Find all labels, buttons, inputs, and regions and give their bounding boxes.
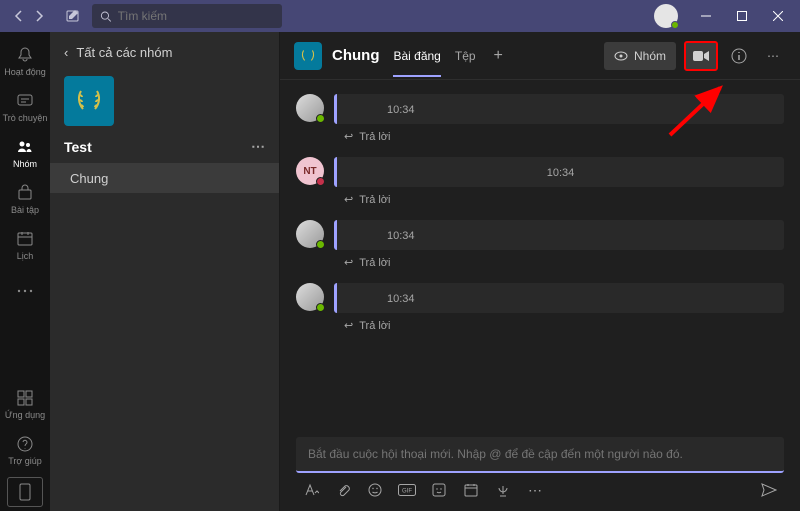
reply-button[interactable]: ↩Trả lời: [334, 187, 784, 212]
teams-icon: [15, 137, 35, 157]
bag-icon: [15, 183, 35, 203]
all-teams-link[interactable]: ‹ Tất cả các nhóm: [50, 32, 279, 72]
rail-label: Nhóm: [13, 159, 37, 169]
message-list: 10:34 ↩Trả lời NT 10:34 ↩Trả lời 10:34 ↩…: [280, 80, 800, 429]
minimize-button[interactable]: [688, 0, 724, 32]
message-item: 10:34 ↩Trả lời: [296, 94, 784, 149]
message-time: 10:34: [387, 104, 415, 116]
team-header[interactable]: Test ⋯: [50, 130, 279, 163]
team-view-button[interactable]: Nhóm: [604, 42, 676, 70]
stream-icon[interactable]: [494, 481, 512, 499]
rail-apps[interactable]: Ứng dụng: [0, 381, 50, 427]
svg-text:GIF: GIF: [402, 489, 412, 495]
bell-icon: [15, 45, 35, 65]
reply-button[interactable]: ↩Trả lời: [334, 124, 784, 149]
channel-header: Chung Bài đăng Tệp + Nhóm ⋯: [280, 32, 800, 80]
channel-label: Chung: [70, 171, 108, 186]
teams-sidebar: ‹ Tất cả các nhóm Test ⋯ Chung: [50, 32, 280, 511]
compose-area: GIF ⋯: [280, 429, 800, 511]
nav-forward-button[interactable]: [30, 7, 48, 25]
ellipsis-icon: [15, 281, 35, 301]
channel-title: Chung: [332, 47, 379, 64]
rail-device[interactable]: [7, 477, 43, 507]
rail-chat[interactable]: Trò chuyện: [0, 84, 50, 130]
reply-icon: ↩: [344, 319, 353, 332]
content-area: Chung Bài đăng Tệp + Nhóm ⋯: [280, 32, 800, 511]
user-avatar[interactable]: [296, 283, 324, 311]
phone-icon: [15, 482, 35, 502]
rail-teams[interactable]: Nhóm: [0, 130, 50, 176]
eye-icon: [614, 49, 628, 63]
more-button[interactable]: ⋯: [760, 43, 786, 69]
compose-toolbar: GIF ⋯: [296, 473, 784, 499]
reply-button[interactable]: ↩Trả lời: [334, 313, 784, 338]
all-teams-label: Tất cả các nhóm: [76, 45, 172, 60]
rail-label: Hoạt động: [4, 67, 46, 77]
rail-label: Trợ giúp: [8, 456, 42, 466]
compose-input[interactable]: [308, 447, 772, 461]
add-tab-button[interactable]: +: [490, 47, 507, 65]
channel-item[interactable]: Chung: [50, 163, 279, 193]
message-card[interactable]: 10:34: [334, 220, 784, 250]
video-icon: [692, 49, 710, 63]
reply-icon: ↩: [344, 256, 353, 269]
tab-files[interactable]: Tệp: [455, 35, 476, 77]
user-avatar[interactable]: [296, 94, 324, 122]
rail-assignments[interactable]: Bài tập: [0, 176, 50, 222]
message-time: 10:34: [387, 230, 415, 242]
compose-box[interactable]: [296, 437, 784, 473]
user-avatar[interactable]: NT: [296, 157, 324, 185]
send-button[interactable]: [760, 481, 778, 499]
message-time: 10:34: [387, 293, 415, 305]
nav-back-button[interactable]: [10, 7, 28, 25]
rail-label: Lịch: [17, 251, 34, 261]
rail-calendar[interactable]: Lịch: [0, 222, 50, 268]
rail-activity[interactable]: Hoạt động: [0, 38, 50, 84]
user-avatar[interactable]: [296, 220, 324, 248]
message-item: 10:34 ↩Trả lời: [296, 220, 784, 275]
reply-button[interactable]: ↩Trả lời: [334, 250, 784, 275]
team-name: Test: [64, 139, 92, 155]
gif-icon[interactable]: GIF: [398, 481, 416, 499]
rail-label: Bài tập: [11, 205, 39, 215]
profile-avatar[interactable]: [654, 4, 678, 28]
chat-icon: [15, 91, 35, 111]
emoji-icon[interactable]: [366, 481, 384, 499]
message-card[interactable]: 10:34: [334, 157, 784, 187]
calendar-icon: [15, 229, 35, 249]
chevron-left-icon: ‹: [64, 45, 68, 60]
reply-icon: ↩: [344, 193, 353, 206]
channel-avatar: [294, 42, 322, 70]
search-input[interactable]: [118, 9, 274, 23]
tab-posts[interactable]: Bài đăng: [393, 35, 440, 77]
team-more-icon[interactable]: ⋯: [251, 138, 265, 155]
team-avatar[interactable]: [64, 76, 114, 126]
attach-icon[interactable]: [334, 481, 352, 499]
apps-icon: [15, 388, 35, 408]
message-card[interactable]: 10:34: [334, 94, 784, 124]
help-icon: [15, 434, 35, 454]
maximize-button[interactable]: [724, 0, 760, 32]
more-compose-icon[interactable]: ⋯: [526, 481, 544, 499]
schedule-icon[interactable]: [462, 481, 480, 499]
search-box[interactable]: [92, 4, 282, 28]
message-item: 10:34 ↩Trả lời: [296, 283, 784, 338]
meet-button[interactable]: [684, 41, 718, 71]
reply-icon: ↩: [344, 130, 353, 143]
message-item: NT 10:34 ↩Trả lời: [296, 157, 784, 212]
team-btn-label: Nhóm: [634, 49, 666, 63]
message-time: 10:34: [547, 167, 575, 179]
rail-help[interactable]: Trợ giúp: [0, 427, 50, 473]
new-message-button[interactable]: [60, 3, 86, 29]
message-card[interactable]: 10:34: [334, 283, 784, 313]
rail-more[interactable]: [0, 268, 50, 314]
rail-label: Ứng dụng: [5, 410, 45, 420]
rail-label: Trò chuyện: [3, 113, 48, 123]
app-rail: Hoạt động Trò chuyện Nhóm Bài tập Lịch Ứ…: [0, 32, 50, 511]
close-button[interactable]: [760, 0, 796, 32]
info-button[interactable]: [726, 43, 752, 69]
format-icon[interactable]: [302, 481, 320, 499]
sticker-icon[interactable]: [430, 481, 448, 499]
titlebar: [0, 0, 800, 32]
